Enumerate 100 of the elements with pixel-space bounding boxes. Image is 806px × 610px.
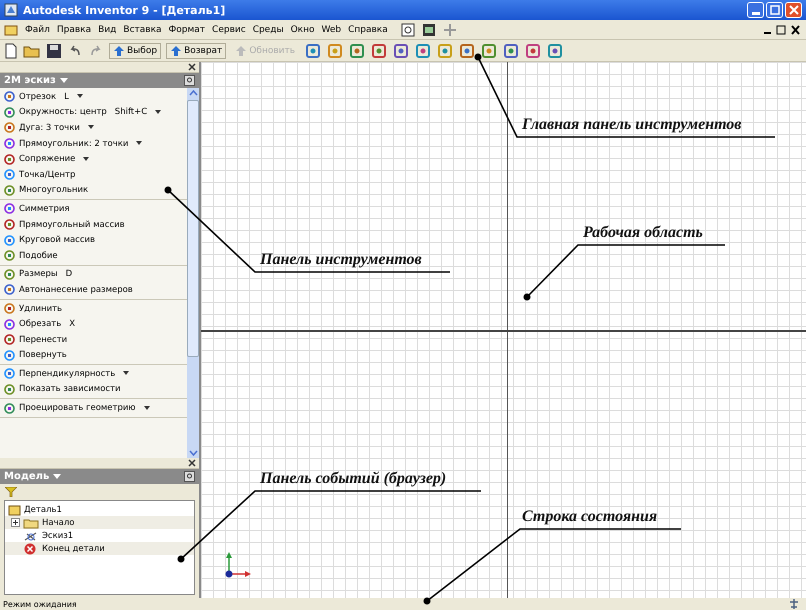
- callout-label: Рабочая область: [583, 224, 703, 242]
- arrow-up-icon: [170, 44, 182, 56]
- close-icon: [788, 5, 798, 15]
- menu-item[interactable]: Вставка: [123, 24, 162, 34]
- expand-icon[interactable]: [11, 518, 20, 527]
- help-icon[interactable]: [184, 75, 195, 86]
- minimize-icon: [752, 12, 760, 14]
- close-icon[interactable]: [188, 459, 196, 467]
- tool-item[interactable]: Перенести: [0, 332, 187, 348]
- menu-item[interactable]: Окно: [290, 24, 314, 34]
- tool-icon: [3, 218, 16, 232]
- tool-item[interactable]: Удлинить: [0, 300, 187, 316]
- tool-item[interactable]: Точка/Центр: [0, 166, 187, 183]
- new-file-icon[interactable]: [4, 42, 18, 58]
- tool-item[interactable]: Повернуть: [0, 348, 187, 364]
- tool-item[interactable]: Размеры D: [0, 266, 187, 282]
- document-controls-icon[interactable]: [762, 24, 802, 36]
- toolbar-button[interactable]: Возврат: [166, 42, 226, 58]
- tool-icon: [3, 283, 16, 296]
- callout-label: Главная панель инструментов: [522, 116, 742, 134]
- tool-item[interactable]: Автонанесение размеров: [0, 282, 187, 298]
- tool-item[interactable]: Круговой массив: [0, 232, 187, 248]
- dropdown-caret-icon[interactable]: [88, 125, 94, 130]
- menu-item[interactable]: Формат: [168, 24, 206, 34]
- menu-item[interactable]: Сервис: [212, 24, 246, 34]
- help-icon[interactable]: [184, 471, 195, 482]
- folder-icon: [23, 516, 39, 528]
- tool-item[interactable]: Дуга: 3 точки: [0, 120, 187, 136]
- tool-icon: [3, 152, 16, 166]
- menu-item[interactable]: Вид: [98, 24, 116, 34]
- dropdown-caret-icon[interactable]: [123, 371, 130, 376]
- menu-item[interactable]: Web: [321, 24, 342, 34]
- toolbar-tool-icon[interactable]: [525, 42, 542, 58]
- menu-item[interactable]: Справка: [348, 24, 388, 34]
- tool-item[interactable]: Прямоугольный массив: [0, 216, 187, 232]
- tool-icon: [3, 168, 16, 182]
- tool-icon: [3, 234, 16, 247]
- tree-item[interactable]: Начало: [5, 516, 194, 529]
- drawing-area[interactable]: [201, 62, 806, 598]
- tool-icon: [3, 202, 16, 216]
- window-icon[interactable]: [422, 22, 436, 36]
- tool-item[interactable]: Обрезать X: [0, 316, 187, 332]
- arrow-up-icon: [235, 44, 248, 56]
- tool-icon: [3, 137, 16, 150]
- tool-item[interactable]: Показать зависимости: [0, 382, 187, 398]
- toolbar-tool-icon[interactable]: [415, 42, 432, 58]
- tool-item[interactable]: Перпендикулярность: [0, 366, 187, 382]
- window-title: Autodesk Inventor 9 - [Деталь1]: [23, 4, 226, 16]
- status-icon: [788, 598, 800, 610]
- tool-icon: [3, 402, 16, 415]
- tool-icon: [3, 106, 16, 119]
- toolbar-tool-icon[interactable]: [481, 42, 498, 58]
- document-icon: [4, 24, 18, 36]
- menu-item[interactable]: Правка: [56, 24, 92, 34]
- save-icon[interactable]: [46, 42, 62, 58]
- tree-item[interactable]: Конец детали: [5, 542, 194, 555]
- maximize-button[interactable]: [766, 2, 783, 18]
- toolbar-tool-icon[interactable]: [371, 42, 388, 58]
- tool-item[interactable]: Подобие: [0, 248, 187, 264]
- toolbar-tool-icon[interactable]: [503, 42, 520, 58]
- close-icon[interactable]: [188, 63, 196, 71]
- tree-item[interactable]: Эскиз1: [5, 529, 194, 542]
- dropdown-caret-icon[interactable]: [83, 156, 90, 162]
- help-icon[interactable]: [400, 22, 415, 36]
- tool-item[interactable]: Отрезок L: [0, 89, 187, 105]
- tool-item[interactable]: Окружность: центр Shift+C: [0, 104, 187, 120]
- callout-label: Строка состояния: [522, 508, 658, 526]
- tree-item[interactable]: Деталь1: [5, 503, 194, 516]
- close-button[interactable]: [785, 2, 802, 18]
- sketch-icon: [23, 530, 39, 542]
- tool-icon: [3, 268, 16, 281]
- toolbar-tool-icon[interactable]: [393, 42, 410, 58]
- part-icon: [8, 504, 21, 516]
- filter-icon[interactable]: [5, 487, 17, 497]
- dropdown-caret-icon[interactable]: [144, 406, 150, 411]
- toolbar-tool-icon[interactable]: [547, 42, 564, 58]
- toolbar-tool-icon[interactable]: [459, 42, 476, 58]
- tool-icon: [3, 184, 16, 197]
- toolbar-tool-icon[interactable]: [437, 42, 454, 58]
- tool-icon: [3, 318, 16, 331]
- dropdown-caret-icon[interactable]: [155, 110, 162, 115]
- callout-label: Панель событий (браузер): [260, 470, 446, 488]
- dropdown-caret-icon[interactable]: [76, 94, 83, 100]
- tool-icon: [3, 367, 16, 380]
- dropdown-caret-icon[interactable]: [136, 141, 142, 146]
- tool-item[interactable]: Симметрия: [0, 201, 187, 217]
- toolbar-button[interactable]: Выбор: [109, 42, 162, 58]
- arrow-up-icon: [113, 44, 125, 56]
- toolbar-tool-icon[interactable]: [349, 42, 366, 58]
- toolbar-tool-icon[interactable]: [305, 42, 322, 58]
- menu-item[interactable]: Среды: [252, 24, 284, 34]
- tool-item[interactable]: Многоугольник: [0, 182, 187, 198]
- tool-icon: [3, 302, 16, 316]
- menu-item[interactable]: Файл: [25, 24, 50, 34]
- tool-item[interactable]: Проецировать геометрию: [0, 400, 187, 416]
- tool-icon: [3, 121, 16, 134]
- tool-icon: [3, 333, 16, 346]
- tool-item[interactable]: Прямоугольник: 2 точки: [0, 136, 187, 152]
- minimize-button[interactable]: [747, 2, 764, 18]
- tool-item[interactable]: Сопряжение: [0, 151, 187, 167]
